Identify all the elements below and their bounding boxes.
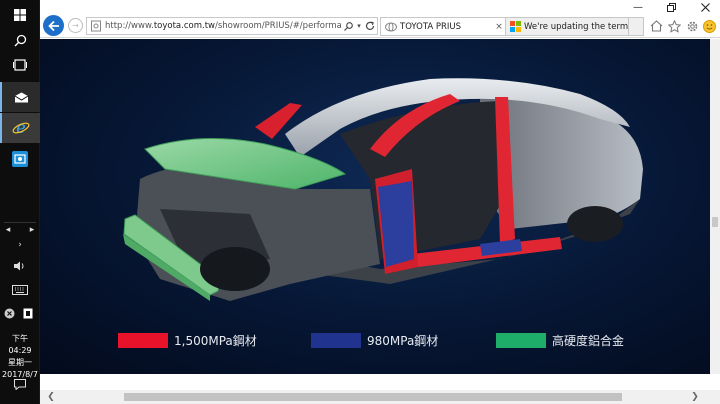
ime-icon[interactable] [22, 307, 34, 319]
smiley-icon [702, 19, 716, 33]
action-center-icon[interactable] [0, 377, 40, 391]
vertical-scroll-thumb[interactable] [712, 217, 718, 227]
search-dropdown[interactable] [341, 18, 355, 34]
taskbar: e ◂ ▸ › 下午 04:29 星期一 2017/8/7 [0, 0, 40, 404]
legend-swatch [311, 333, 361, 348]
star-icon [667, 19, 681, 33]
legend-label: 高硬度鋁合金 [552, 334, 625, 348]
notification-close-icon[interactable] [3, 307, 15, 319]
volume-icon[interactable] [0, 258, 40, 274]
keyboard-icon[interactable] [0, 282, 40, 298]
toyota-favicon-icon [385, 22, 397, 31]
horizontal-scroll-thumb[interactable] [124, 393, 622, 401]
scroll-left-icon[interactable]: ◂ [2, 224, 14, 236]
search-icon [14, 34, 26, 46]
show-hidden-icons-icon[interactable]: › [0, 237, 40, 253]
clock-weekday: 星期一 [8, 358, 32, 367]
close-window-button[interactable] [692, 0, 718, 14]
close-icon [700, 2, 710, 12]
vertical-scrollbar[interactable] [710, 39, 720, 374]
windows-logo-icon [14, 9, 26, 21]
legend-swatch [496, 333, 546, 348]
refresh-button[interactable] [363, 18, 377, 34]
clock-time: 下午 04:29 [8, 334, 32, 355]
page-icon [91, 20, 101, 32]
back-button[interactable] [43, 15, 64, 36]
minimize-button[interactable]: — [625, 0, 651, 14]
forward-button[interactable]: → [68, 18, 83, 33]
legend-item-1500mpa-steel: 1,500MPa鋼材 [118, 332, 257, 349]
feedback-button[interactable] [702, 19, 716, 33]
restore-icon [666, 2, 676, 12]
browser-window: — → http://www.toyota.com.tw/showroom/PR… [40, 0, 720, 404]
mail-icon [14, 92, 28, 102]
scroll-right-arrow-icon[interactable]: ❯ [688, 390, 702, 404]
scroll-right-icon[interactable]: ▸ [26, 224, 38, 236]
url-scheme: http://www. [105, 21, 154, 31]
maximize-button[interactable] [658, 0, 684, 14]
gear-icon [687, 21, 697, 31]
app-button[interactable] [0, 144, 40, 174]
task-view-icon [13, 59, 27, 71]
legend-label: 1,500MPa鋼材 [174, 334, 257, 348]
microsoft-favicon-icon [510, 21, 521, 32]
minimize-icon: — [633, 1, 643, 13]
chevron-down-icon[interactable]: ▾ [355, 18, 363, 34]
refresh-icon [365, 21, 375, 31]
legend-label: 980MPa鋼材 [367, 334, 439, 348]
url-path: /showroom/PRIUS/#/performance [214, 21, 341, 31]
legend-swatch [118, 333, 168, 348]
favorites-button[interactable] [667, 19, 681, 33]
internet-explorer-button[interactable]: e [0, 113, 40, 143]
url-host: toyota.com.tw [153, 21, 215, 31]
address-bar[interactable]: http://www.toyota.com.tw/showroom/PRIUS/… [86, 17, 378, 35]
tab-label: We're updating the terms a... [524, 21, 628, 32]
legend-item-980mpa-steel: 980MPa鋼材 [311, 332, 438, 349]
home-button[interactable] [649, 19, 663, 33]
address-url[interactable]: http://www.toyota.com.tw/showroom/PRIUS/… [102, 21, 341, 31]
scroll-left-arrow-icon[interactable]: ❮ [44, 390, 58, 404]
mail-app-button[interactable] [0, 82, 40, 112]
car-body-structure-image [123, 78, 643, 301]
legend-item-aluminium-alloy: 高硬度鋁合金 [496, 332, 624, 349]
search-icon [343, 21, 353, 31]
navigation-bar: → http://www.toyota.com.tw/showroom/PRIU… [40, 14, 720, 38]
forward-arrow-icon: → [72, 21, 79, 30]
horizontal-scrollbar[interactable]: ❮ ❯ [40, 390, 720, 404]
clock[interactable]: 下午 04:29 星期一 2017/8/7 [0, 333, 40, 381]
internet-explorer-icon: e [12, 119, 30, 137]
back-arrow-icon [47, 20, 59, 31]
tab-terms-update[interactable]: We're updating the terms a... [505, 17, 629, 36]
svg-text:e: e [16, 119, 25, 137]
tab-label: TOYOTA PRIUS [400, 21, 462, 32]
task-view-button[interactable] [0, 50, 40, 80]
home-icon [650, 20, 662, 32]
settings-button[interactable] [685, 19, 699, 33]
tab-close-icon[interactable]: × [493, 22, 505, 32]
app-icon [12, 151, 28, 167]
title-bar: — [40, 0, 720, 14]
tab-toyota-prius[interactable]: TOYOTA PRIUS × [380, 17, 506, 36]
page-content: 1,500MPa鋼材 980MPa鋼材 高硬度鋁合金 [40, 39, 710, 374]
new-tab-button[interactable] [628, 17, 644, 36]
